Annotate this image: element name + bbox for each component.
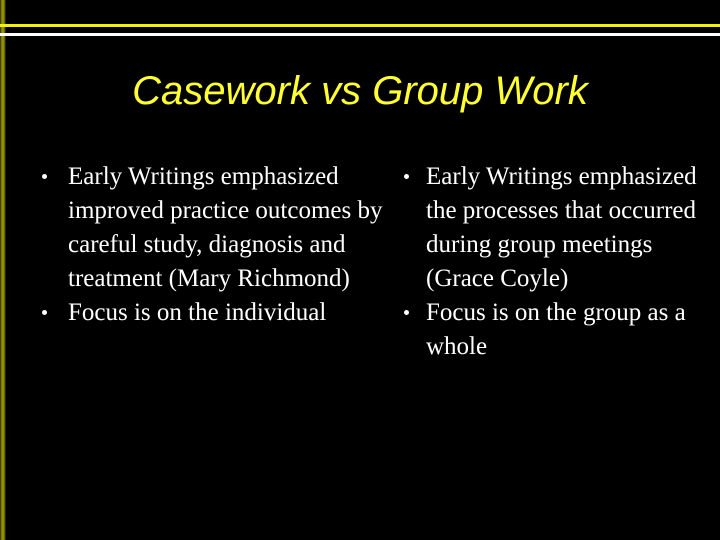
list-item-label: Focus is on the individual — [68, 299, 327, 326]
slide-title: Casework vs Group Work — [132, 69, 588, 113]
list-item: Early Writings emphasized the processes … — [398, 160, 698, 296]
list-item: Early Writings emphasized improved pract… — [36, 160, 384, 296]
column-group-work: Early Writings emphasized the processes … — [398, 160, 698, 364]
bullet-dot-icon — [42, 310, 47, 315]
presentation-slide: Casework vs Group Work Early Writings em… — [0, 0, 720, 540]
list-item-label: Focus is on the group as a whole — [426, 299, 686, 360]
list-item: Focus is on the group as a whole — [398, 296, 698, 364]
list-item-label: Early Writings emphasized the processes … — [426, 163, 697, 292]
bullet-dot-icon — [42, 174, 47, 179]
column-casework: Early Writings emphasized improved pract… — [36, 160, 384, 330]
bullet-list-casework: Early Writings emphasized improved pract… — [36, 160, 384, 330]
list-item-label: Early Writings emphasized improved pract… — [68, 163, 383, 292]
header-rule-yellow — [0, 24, 720, 27]
list-item: Focus is on the individual — [36, 296, 384, 330]
bullet-dot-icon — [404, 310, 409, 315]
bullet-list-group-work: Early Writings emphasized the processes … — [398, 160, 698, 364]
bullet-dot-icon — [404, 174, 409, 179]
header-rule-white — [0, 33, 720, 36]
slide-body: Early Writings emphasized improved pract… — [0, 160, 720, 460]
